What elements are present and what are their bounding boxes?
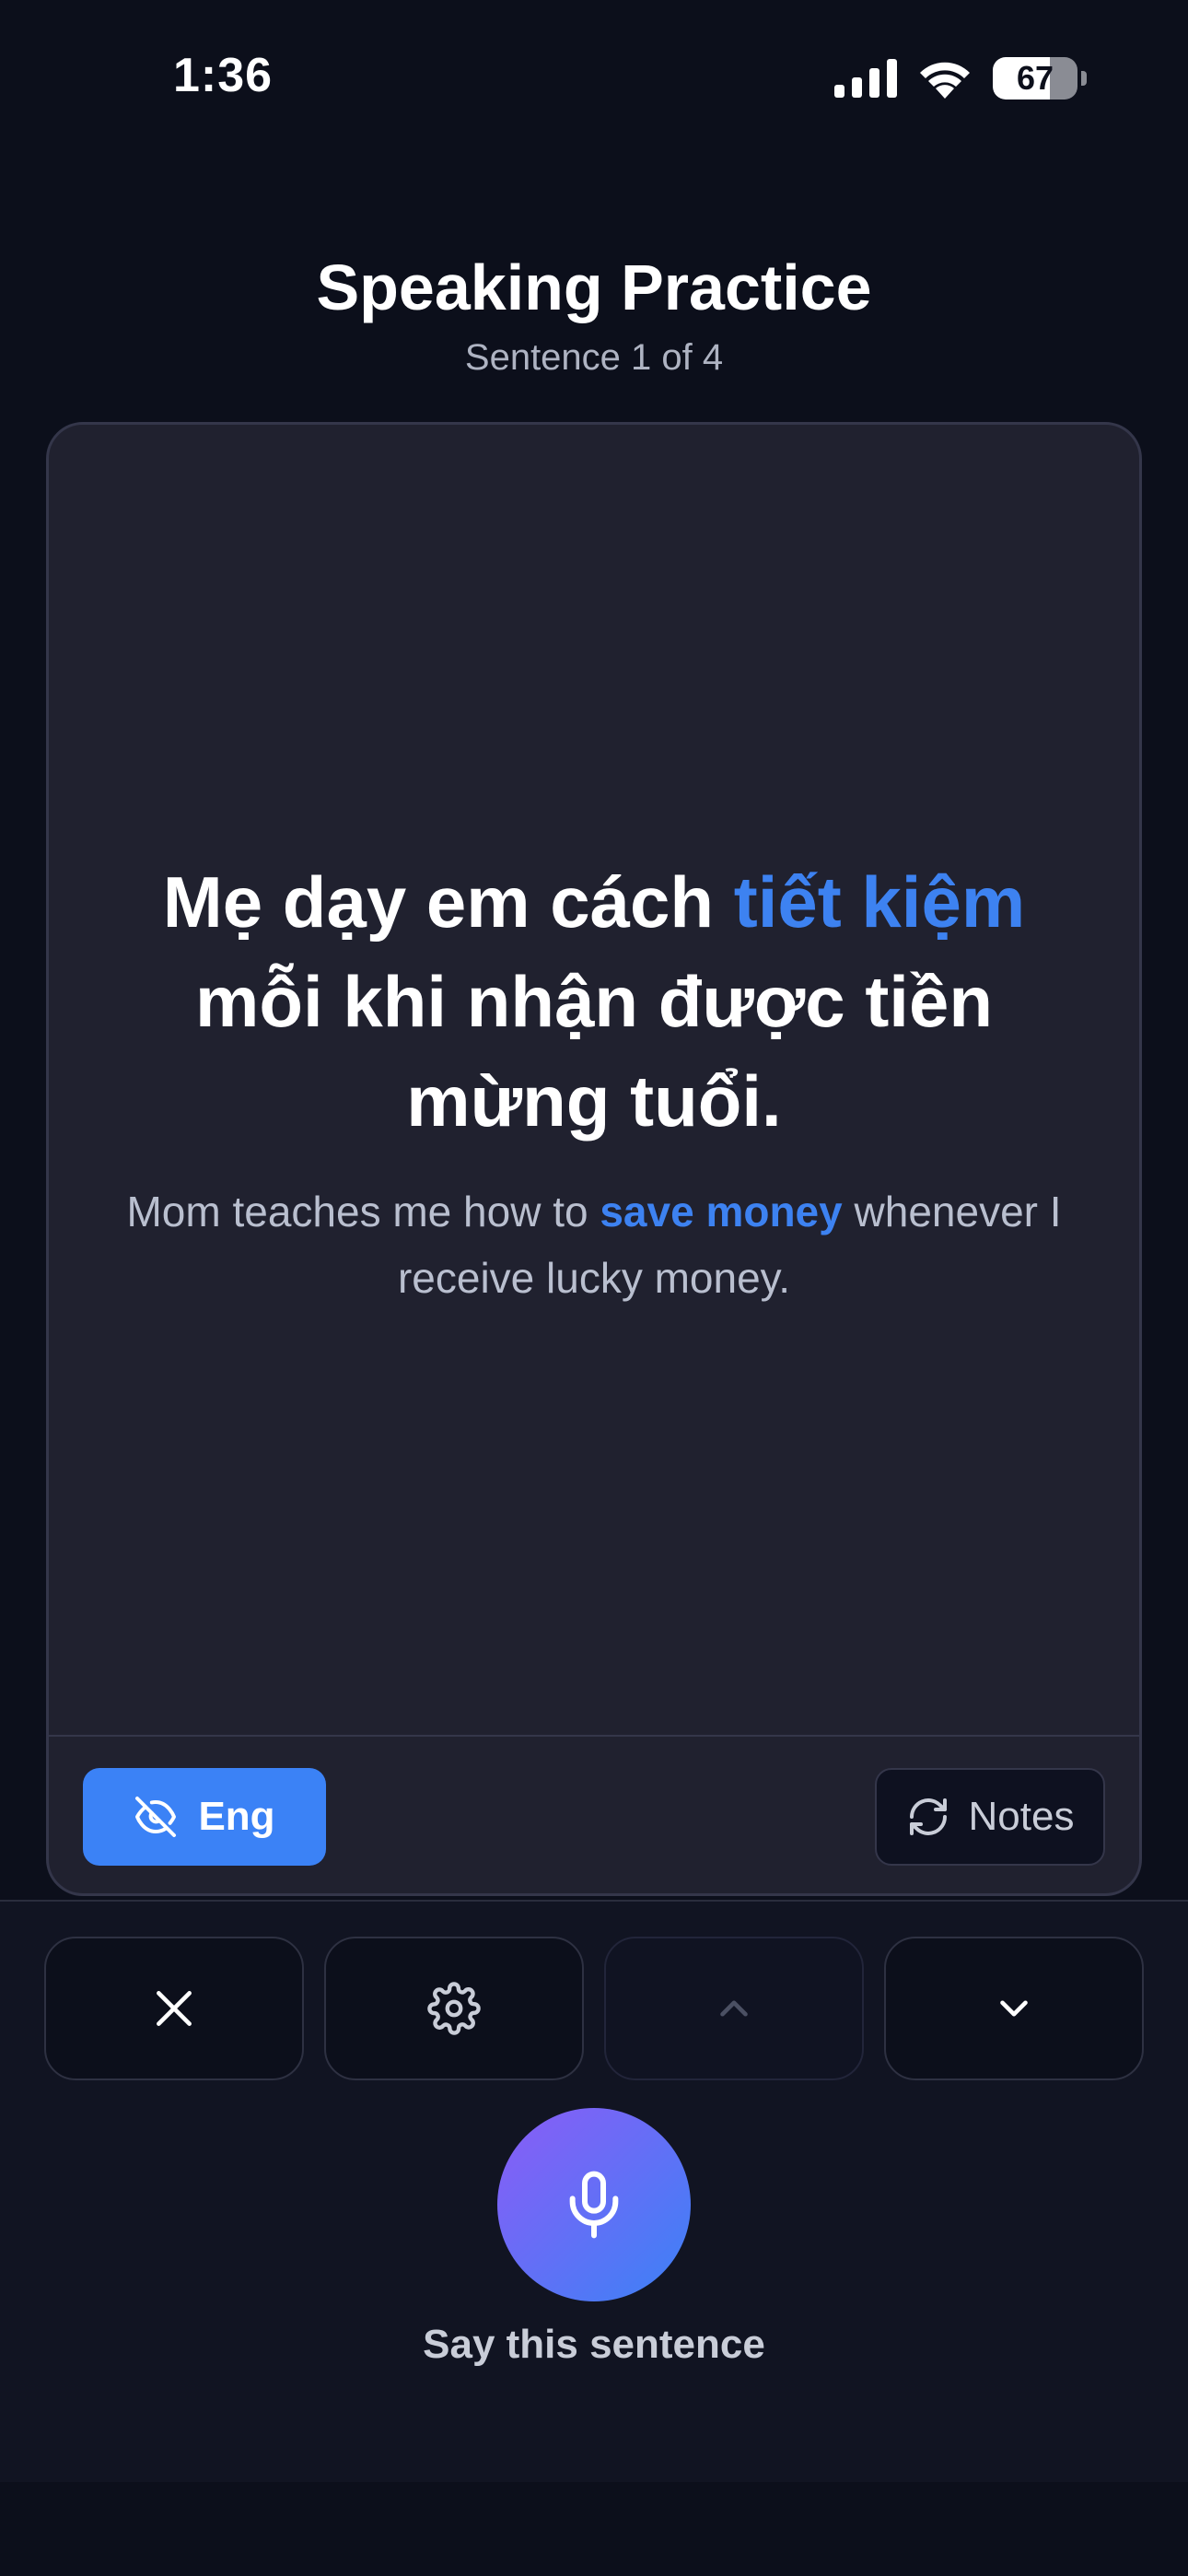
next-sentence-button[interactable] <box>884 1937 1144 2080</box>
notes-button[interactable]: Notes <box>875 1768 1105 1866</box>
battery-tip <box>1081 71 1087 86</box>
english-text-before: Mom teaches me how to <box>126 1187 600 1235</box>
sentence-counter: Sentence 1 of 4 <box>464 337 724 378</box>
close-button[interactable] <box>44 1937 304 2080</box>
microphone-label: Say this sentence <box>423 2322 765 2367</box>
close-icon <box>157 1991 192 2026</box>
page-title: Speaking Practice <box>316 252 872 323</box>
vietnamese-text-before: Mẹ dạy em cách <box>162 861 734 943</box>
english-translation: Mom teaches me how to save money wheneve… <box>106 1178 1082 1311</box>
refresh-icon <box>909 1798 947 1835</box>
card-body: Mẹ dạy em cách tiết kiệm mỗi khi nhận đư… <box>49 425 1139 1738</box>
status-time: 1:36 <box>173 49 274 102</box>
controls-panel <box>0 1900 1188 2482</box>
microphone-button[interactable] <box>497 2108 691 2301</box>
battery-level: 67 <box>1016 59 1054 97</box>
status-bar: 1:36 67 <box>0 0 1188 157</box>
microphone-icon <box>569 2171 619 2239</box>
toggle-english-button[interactable]: Eng <box>83 1768 326 1866</box>
wifi-icon <box>920 62 970 99</box>
settings-button[interactable] <box>324 1937 584 2080</box>
status-icons: 67 <box>834 57 1087 100</box>
notes-button-label: Notes <box>968 1794 1075 1839</box>
control-row <box>44 1937 1144 2080</box>
vietnamese-highlight: tiết kiệm <box>733 861 1026 943</box>
vietnamese-text-after: mỗi khi nhận được tiền mừng tuổi. <box>195 960 993 1142</box>
card-footer: Eng Notes <box>49 1735 1139 1893</box>
eng-button-label: Eng <box>198 1794 275 1839</box>
sentence-card: Mẹ dạy em cách tiết kiệm mỗi khi nhận đư… <box>46 422 1142 1896</box>
vietnamese-sentence: Mẹ dạy em cách tiết kiệm mỗi khi nhận đư… <box>104 852 1084 1151</box>
eye-off-icon <box>135 1797 177 1837</box>
english-highlight: save money <box>600 1187 843 1235</box>
cellular-signal-icon <box>834 59 897 98</box>
header: Speaking Practice Sentence 1 of 4 <box>0 249 1188 381</box>
previous-sentence-button[interactable] <box>604 1937 864 2080</box>
gear-icon <box>427 1982 481 2035</box>
battery-icon: 67 <box>993 57 1077 100</box>
chevron-up-icon <box>720 2000 748 2017</box>
chevron-down-icon <box>1000 2000 1028 2017</box>
